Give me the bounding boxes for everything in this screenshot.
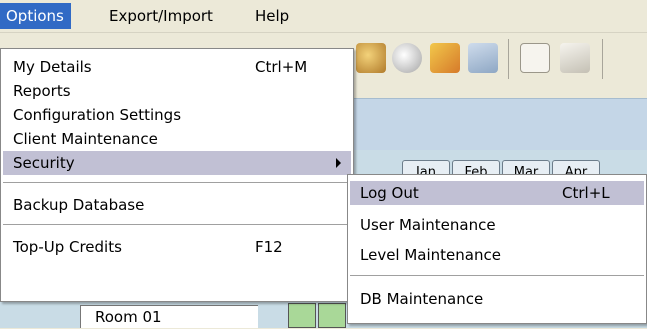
menu-item-db-maintenance[interactable]: DB Maintenance: [350, 287, 644, 311]
menu-options[interactable]: Options: [0, 3, 71, 29]
menu-item-level-maintenance[interactable]: Level Maintenance: [350, 243, 644, 267]
security-submenu: Log Out Ctrl+L User Maintenance Level Ma…: [347, 174, 647, 324]
menubar: Options Export/Import Help: [0, 0, 647, 33]
menu-item-shortcut: Ctrl+M: [255, 58, 308, 76]
menu-item-label: My Details: [13, 58, 92, 76]
menu-item-shortcut: Ctrl+L: [562, 184, 610, 202]
menu-help[interactable]: Help: [249, 3, 295, 29]
toolbar-icon-copy[interactable]: [468, 43, 498, 73]
menu-item-client-maintenance[interactable]: Client Maintenance: [3, 127, 351, 151]
room-row-label: Room 01: [80, 305, 258, 328]
menu-item-label: Level Maintenance: [360, 246, 501, 264]
menu-item-top-up-credits[interactable]: Top-Up Credits F12: [3, 235, 351, 259]
calendar-cell[interactable]: [288, 303, 316, 328]
menu-item-label: Client Maintenance: [13, 130, 158, 148]
menu-separator: [350, 275, 644, 276]
menu-item-my-details[interactable]: My Details Ctrl+M: [3, 55, 351, 79]
menu-item-reports[interactable]: Reports: [3, 79, 351, 103]
menu-separator: [3, 182, 351, 183]
toolbar-icon-1[interactable]: [356, 43, 386, 73]
menu-item-label: Configuration Settings: [13, 106, 182, 124]
menu-item-label: Security: [13, 154, 75, 172]
options-menu: My Details Ctrl+M Reports Configuration …: [0, 48, 354, 302]
menu-item-log-out[interactable]: Log Out Ctrl+L: [350, 181, 644, 205]
submenu-arrow-icon: [336, 158, 341, 168]
menu-item-backup-database[interactable]: Backup Database: [3, 193, 351, 217]
menu-item-label: Log Out: [360, 184, 419, 202]
menu-item-user-maintenance[interactable]: User Maintenance: [350, 213, 644, 237]
menu-item-shortcut: F12: [255, 238, 283, 256]
toolbar-icon-cd[interactable]: [392, 43, 422, 73]
menu-item-label: Backup Database: [13, 196, 145, 214]
toolbar-icon-check[interactable]: [430, 43, 460, 73]
toolbar-icon-document[interactable]: [560, 43, 590, 73]
menu-item-label: Reports: [13, 82, 71, 100]
menu-item-label: User Maintenance: [360, 216, 496, 234]
menu-item-label: Top-Up Credits: [13, 238, 122, 256]
menu-item-configuration-settings[interactable]: Configuration Settings: [3, 103, 351, 127]
menu-export-import[interactable]: Export/Import: [103, 3, 219, 29]
menu-separator: [3, 224, 351, 225]
pdf-icon[interactable]: [520, 43, 550, 73]
calendar-cell[interactable]: [318, 303, 346, 328]
menu-item-security[interactable]: Security: [3, 151, 351, 175]
toolbar-separator: [508, 39, 509, 79]
menu-item-label: DB Maintenance: [360, 290, 484, 308]
toolbar-separator: [602, 39, 603, 79]
